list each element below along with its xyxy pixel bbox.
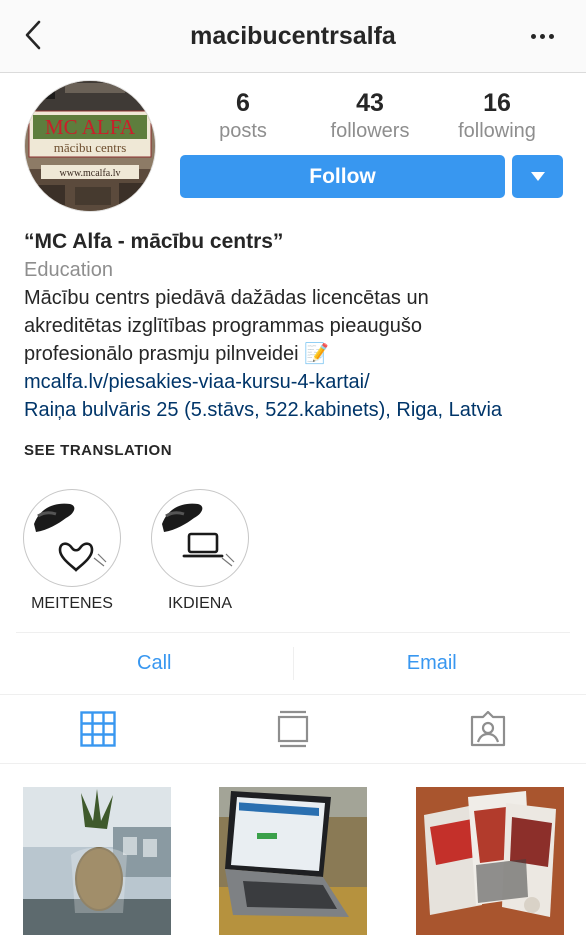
- contact-actions-bar: Call Email: [16, 632, 570, 694]
- tab-feed[interactable]: [195, 695, 390, 763]
- see-translation-link[interactable]: SEE TRANSLATION: [24, 442, 172, 459]
- laptop-icon: [182, 532, 224, 558]
- posts-label: posts: [219, 120, 267, 142]
- highlight-label: IKDIENA: [167, 595, 232, 612]
- suggested-accounts-dropdown-button[interactable]: [512, 155, 563, 198]
- following-count[interactable]: 16 following: [437, 90, 557, 144]
- highlight-ring: [151, 489, 249, 587]
- highlight-cover: [156, 494, 244, 582]
- following-value: 16: [483, 89, 511, 117]
- followers-count[interactable]: 43 followers: [310, 90, 430, 144]
- story-highlight-meitenes[interactable]: MEITENES: [22, 489, 122, 613]
- bio-line-text: profesionālo prasmju pilnveidei: [24, 343, 299, 365]
- memo-emoji: 📝: [304, 343, 330, 365]
- story-highlight-ikdiena[interactable]: IKDIENA: [150, 489, 250, 613]
- photo-pineapple: [23, 787, 171, 935]
- email-button[interactable]: Email: [294, 633, 571, 694]
- avatar-logo-title: MC ALFA: [45, 115, 136, 139]
- bio-line: Mācību centrs piedāvā dažādas licencētas…: [24, 287, 429, 309]
- top-navigation-bar: macibucentrsalfa: [0, 0, 586, 73]
- highlight-ring: [23, 489, 121, 587]
- address-link[interactable]: Raiņa bulvāris 25 (5.stāvs, 522.kabinets…: [24, 396, 574, 424]
- bio-line: akreditētas izglītības programmas pieaug…: [24, 315, 422, 337]
- photo-books: [416, 787, 564, 935]
- profile-username-title: macibucentrsalfa: [190, 22, 396, 50]
- post-thumbnail[interactable]: [23, 787, 171, 935]
- profile-display-name: “MC Alfa - mācību centrs”: [24, 230, 284, 253]
- more-horizontal-icon[interactable]: [522, 24, 562, 48]
- grid-icon: [79, 711, 116, 747]
- profile-bio: “MC Alfa - mācību centrs” Education Mācī…: [24, 228, 574, 424]
- avatar-logo-subtitle: mācibu centrs: [54, 140, 127, 155]
- feed-icon: [277, 710, 309, 748]
- profile-tabs: [0, 694, 586, 764]
- avatar-logo-url: www.mcalfa.lv: [60, 168, 121, 179]
- posts-count[interactable]: 6 posts: [183, 90, 303, 144]
- highlight-cover: [28, 494, 116, 582]
- post-thumbnail[interactable]: [416, 787, 564, 935]
- profile-category: Education: [24, 259, 113, 281]
- bio-line: profesionālo prasmju pilnveidei 📝: [24, 340, 574, 368]
- photo-laptop: [219, 787, 367, 935]
- tab-grid[interactable]: [0, 695, 195, 763]
- followers-value: 43: [356, 89, 384, 117]
- following-label: following: [458, 120, 536, 142]
- website-link[interactable]: mcalfa.lv/piesakies-viaa-kursu-4-kartai/: [24, 368, 574, 396]
- caret-down-icon: [530, 172, 545, 181]
- followers-label: followers: [330, 120, 410, 142]
- post-thumbnail[interactable]: [219, 787, 367, 935]
- tab-tagged[interactable]: [391, 695, 586, 763]
- posts-value: 6: [236, 89, 250, 117]
- highlight-label: MEITENES: [31, 595, 113, 612]
- tagged-icon: [471, 711, 506, 747]
- avatar[interactable]: MC ALFA mācibu centrs www.mcalfa.lv: [24, 80, 156, 212]
- call-button[interactable]: Call: [16, 633, 293, 694]
- follow-button[interactable]: Follow: [180, 155, 505, 198]
- heart-icon: [58, 542, 94, 572]
